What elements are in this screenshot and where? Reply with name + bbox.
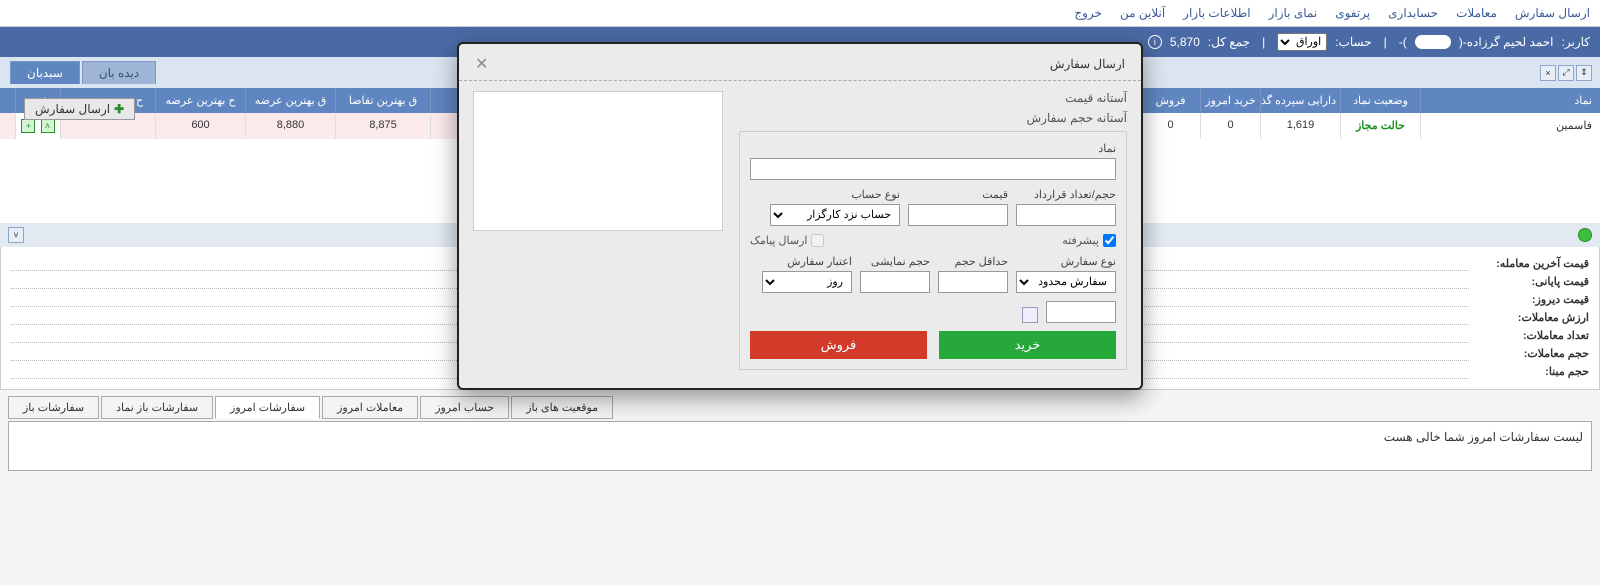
th-buy-today: خرید امروز [1200,88,1260,113]
account-select[interactable]: اوراق [1277,33,1327,51]
btab-today-orders[interactable]: سفارشات امروز [215,396,320,419]
symbol-input[interactable] [750,158,1116,180]
row-add-icon[interactable]: + [21,119,35,133]
nav-portfolio[interactable]: پرتفوی [1335,6,1370,20]
connection-status-icon [1578,228,1592,242]
sms-checkbox [811,234,824,247]
nav-trades[interactable]: معاملات [1456,6,1497,20]
user-name-close: )- [1399,35,1407,49]
sell-button[interactable]: فروش [750,331,927,359]
bottom-tabs: موقعیت های باز حساب امروز معاملات امروز … [0,390,1600,421]
th-status: وضعیت نماد [1340,88,1420,113]
nav-online-me[interactable]: آنلاین من [1120,6,1165,20]
btab-today-trades[interactable]: معاملات امروز [322,396,418,419]
info-icon[interactable]: i [1148,35,1162,49]
order-form: نماد حجم/تعداد قرارداد قیمت [739,131,1127,370]
date-input[interactable] [1046,301,1116,323]
nav-market-info[interactable]: اطلاعات بازار [1183,6,1250,20]
btab-open-positions[interactable]: موقعیت های باز [511,396,613,419]
nav-send-order[interactable]: ارسال سفارش [1515,6,1590,20]
orders-empty-text: لیست سفارشات امروز شما خالی هست [1384,430,1583,444]
price-label: قیمت [908,188,1008,201]
cell-deposit: 1,619 [1260,113,1340,139]
cell-buy-today: 0 [1200,113,1260,139]
calendar-icon[interactable] [1022,307,1038,323]
tab-portfolio-basket[interactable]: سبدبان [10,61,80,84]
panel-fullscreen-icon[interactable]: ⤢ [1558,65,1574,81]
lbl-base-volume: حجم مبنا: [1469,365,1589,379]
btab-today-account[interactable]: حساب امروز [420,396,509,419]
row-up-icon[interactable]: ˄ [41,119,55,133]
modal-info-panel [473,91,723,231]
orders-list: لیست سفارشات امروز شما خالی هست [8,421,1592,471]
th-best-demand-q: ق بهترین تقاضا [335,88,430,113]
cell-symbol[interactable]: فاسمین [1420,113,1600,139]
symbol-label: نماد [750,142,1116,155]
modal-title: ارسال سفارش [1050,57,1125,71]
min-volume-input[interactable] [938,271,1008,293]
redacted-user-part [1415,35,1451,49]
nav-market-view[interactable]: نمای بازار [1269,6,1318,20]
min-volume-label: حداقل حجم [938,255,1008,268]
nav-logout[interactable]: خروج [1074,6,1102,20]
volume-threshold-label: آستانه حجم سفارش [739,111,1127,125]
lbl-trade-count: تعداد معاملات: [1469,329,1589,343]
lbl-last-price: قیمت آخرین معامله: [1469,257,1589,271]
price-input[interactable] [908,204,1008,226]
close-icon[interactable]: ✕ [475,54,488,74]
th-symbol: نماد [1420,88,1600,113]
order-type-select[interactable]: سفارش محدود [1016,271,1116,293]
order-type-label: نوع سفارش [1016,255,1116,268]
volume-input[interactable] [1016,204,1116,226]
display-volume-label: حجم نمایشی [860,255,930,268]
send-order-modal: ارسال سفارش ✕ آستانه قیمت آستانه حجم سفا… [457,42,1143,390]
sms-checkbox-label: ارسال پیامک [750,234,824,247]
panel-expand-icon[interactable]: ⇕ [1576,65,1592,81]
lbl-closing: قیمت پایانی: [1469,275,1589,289]
th-best-demand-p: ق بهترین عرضه [245,88,335,113]
th-sell-today: فروش [1140,88,1200,113]
lbl-trade-value: ارزش معاملات: [1469,311,1589,325]
cell-sell-today: 0 [1140,113,1200,139]
account-label: حساب: [1335,35,1371,49]
panel-close-icon[interactable]: × [1540,65,1556,81]
btab-open-orders[interactable]: سفارشات باز [8,396,99,419]
price-threshold-label: آستانه قیمت [739,91,1127,105]
cell-bdq: 8,875 [335,113,430,139]
th-best-supply-p: ح بهترین عرضه [155,88,245,113]
tab-watchlist[interactable]: دیده بان [82,61,156,84]
plus-icon: ✚ [114,102,124,116]
total-label: جمع کل: [1208,35,1250,49]
lbl-trade-volume: حجم معاملات: [1469,347,1589,361]
account-type-select[interactable]: حساب نزد کارگزار [770,204,900,226]
user-label: کاربر: [1562,35,1590,49]
credit-select[interactable]: روز [762,271,852,293]
collapse-icon[interactable]: ˅ [8,227,24,243]
credit-label: اعتبار سفارش [762,255,852,268]
th-deposit: دارایی سپرده گذاری [1260,88,1340,113]
cell-status: حالت مجاز [1340,113,1420,139]
user-name: احمد لحیم گرزاده-( [1459,35,1554,49]
btab-open-orders-symbol[interactable]: سفارشات باز نماد [101,396,213,419]
top-nav: ارسال سفارش معاملات حسابداری پرتفوی نمای… [0,0,1600,27]
send-order-shortcut[interactable]: ✚ ارسال سفارش [24,98,135,120]
cell-bsp: 600 [155,113,245,139]
buy-button[interactable]: خرید [939,331,1116,359]
volume-label: حجم/تعداد قرارداد [1016,188,1116,201]
cell-bdp: 8,880 [245,113,335,139]
lbl-yesterday: قیمت دیروز: [1469,293,1589,307]
advanced-checkbox[interactable] [1103,234,1116,247]
nav-accounting[interactable]: حسابداری [1388,6,1438,20]
advanced-checkbox-label[interactable]: پیشرفته [1062,234,1116,247]
account-type-label: نوع حساب [770,188,900,201]
display-volume-input[interactable] [860,271,930,293]
total-value: 5,870 [1170,35,1200,49]
